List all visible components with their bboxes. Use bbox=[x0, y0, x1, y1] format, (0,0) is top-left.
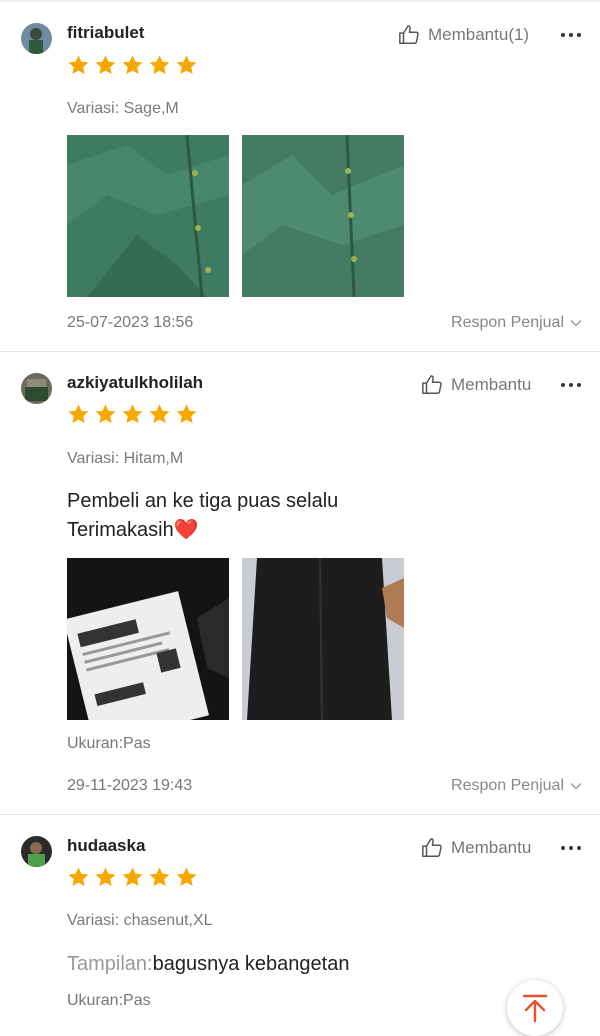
back-to-top-button[interactable] bbox=[507, 980, 563, 1036]
more-dots-icon[interactable] bbox=[561, 375, 581, 395]
seller-response-toggle[interactable]: Respon Penjual bbox=[451, 314, 582, 332]
size-note: Ukuran:Pas bbox=[67, 735, 151, 752]
seller-response-toggle[interactable]: Respon Penjual bbox=[451, 777, 582, 795]
star-icon bbox=[149, 55, 170, 75]
reviewer-name[interactable]: fitriabulet bbox=[67, 23, 144, 43]
helpful-button[interactable]: Membantu(1) bbox=[398, 24, 529, 46]
helpful-label: Membantu bbox=[451, 838, 532, 857]
rating-stars bbox=[67, 54, 198, 77]
thumbs-up-icon bbox=[422, 838, 442, 857]
more-dots-icon[interactable] bbox=[561, 25, 581, 45]
star-icon bbox=[68, 55, 89, 75]
helpful-label: Membantu(1) bbox=[428, 25, 530, 44]
review-comment: Pembeli an ke tiga puas selalu Terimakas… bbox=[67, 487, 338, 545]
size-note: Ukuran:Pas bbox=[67, 992, 151, 1009]
review-divider bbox=[0, 351, 600, 352]
helpful-label: Membantu bbox=[451, 375, 532, 394]
thumbs-up-icon bbox=[399, 25, 419, 44]
reviewer-name[interactable]: azkiyatulkholilah bbox=[67, 373, 203, 393]
top-divider bbox=[0, 0, 600, 2]
review-date: 25-07-2023 18:56 bbox=[67, 314, 194, 331]
variation-text: Variasi: Hitam,M bbox=[67, 450, 184, 467]
review-photo[interactable] bbox=[242, 135, 404, 297]
back-to-top-icon bbox=[522, 994, 548, 1023]
star-icon bbox=[122, 404, 143, 424]
star-icon bbox=[176, 867, 197, 887]
seller-response-label: Respon Penjual bbox=[451, 777, 564, 794]
appearance-label: Tampilan: bbox=[67, 953, 153, 975]
seller-response-label: Respon Penjual bbox=[451, 314, 564, 331]
star-icon bbox=[95, 404, 116, 424]
star-icon bbox=[68, 867, 89, 887]
star-icon bbox=[176, 404, 197, 424]
rating-stars bbox=[67, 403, 198, 426]
variation-text: Variasi: Sage,M bbox=[67, 100, 179, 117]
helpful-button[interactable]: Membantu bbox=[421, 374, 531, 396]
star-icon bbox=[149, 404, 170, 424]
avatar[interactable] bbox=[21, 23, 52, 54]
more-dots-icon[interactable] bbox=[561, 838, 581, 858]
review-divider bbox=[0, 814, 600, 815]
review-photo[interactable] bbox=[67, 558, 229, 720]
thumbs-up-icon bbox=[422, 375, 442, 394]
review-date: 29-11-2023 19:43 bbox=[67, 777, 193, 794]
star-icon bbox=[95, 867, 116, 887]
avatar[interactable] bbox=[21, 373, 52, 404]
star-icon bbox=[95, 55, 116, 75]
comment-line: Pembeli an ke tiga puas selalu bbox=[67, 490, 339, 512]
comment-line: Terimakasih❤️ bbox=[67, 519, 199, 541]
star-icon bbox=[122, 867, 143, 887]
star-icon bbox=[68, 404, 89, 424]
chevron-down-icon bbox=[570, 783, 582, 790]
star-icon bbox=[122, 55, 143, 75]
review-photo[interactable] bbox=[242, 558, 404, 720]
appearance-value: bagusnya kebangetan bbox=[152, 953, 350, 975]
rating-stars bbox=[67, 866, 198, 889]
helpful-button[interactable]: Membantu bbox=[421, 837, 531, 859]
star-icon bbox=[149, 867, 170, 887]
chevron-down-icon bbox=[570, 320, 582, 327]
appearance-comment: Tampilan:bagusnya kebangetan bbox=[67, 953, 349, 976]
avatar[interactable] bbox=[21, 836, 52, 867]
review-photo[interactable] bbox=[67, 135, 229, 297]
star-icon bbox=[176, 55, 197, 75]
reviewer-name[interactable]: hudaaska bbox=[67, 836, 145, 856]
variation-text: Variasi: chasenut,XL bbox=[67, 912, 213, 929]
